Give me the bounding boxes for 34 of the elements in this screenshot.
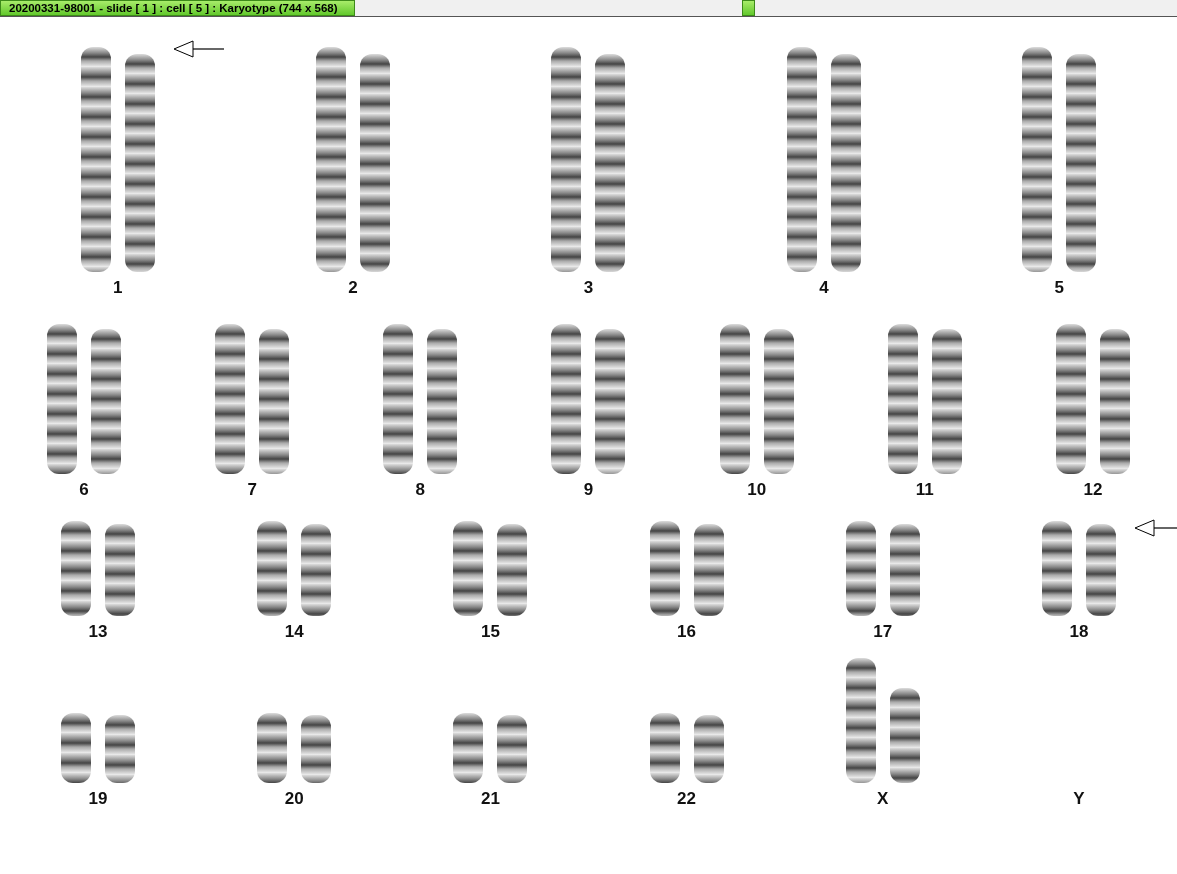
chromosome-number: 11 (915, 480, 934, 500)
window-title: 20200331-98001 - slide [ 1 ] : cell [ 5 ] : Karyotype (744 x 568) (0, 0, 355, 16)
chromosome-number: 18 (1069, 622, 1089, 642)
chromosome-image (649, 713, 680, 783)
chromosome-number: Y (1073, 789, 1085, 809)
chromosome-number: 3 (583, 278, 594, 298)
chromosome-image (453, 713, 484, 783)
chromosome-number: 6 (79, 480, 89, 500)
chromosome-number: 13 (88, 622, 108, 642)
chromosome-image (257, 713, 288, 783)
chromosome-image (497, 715, 528, 783)
chromosome-number: 4 (819, 278, 829, 298)
chromosome-number: 17 (873, 622, 893, 642)
chromosome-number: 21 (480, 789, 500, 809)
chromosome-number: 19 (88, 789, 108, 809)
chromosome-number: 9 (583, 480, 594, 500)
title-bar-grip (742, 0, 755, 16)
chromosome-number: 7 (247, 480, 257, 500)
chromosome-number: 1 (112, 278, 123, 298)
chromosome-number: X (877, 789, 889, 809)
chromosome-number: 5 (1054, 278, 1064, 298)
chromosome-image (301, 715, 332, 783)
chromosome-number: 10 (747, 480, 767, 500)
chromosome-number: 8 (415, 480, 426, 500)
chromosome-number: 14 (284, 622, 304, 642)
chromosome-number: 15 (480, 622, 500, 642)
chromosome-image (61, 713, 92, 783)
chromosome-image (105, 715, 136, 783)
chromosome-number: 2 (348, 278, 358, 298)
chromosome-number: 22 (677, 789, 697, 809)
chromosome-number: 16 (677, 622, 697, 642)
chromosome-number: 20 (284, 789, 304, 809)
chromosome-image (693, 715, 724, 783)
chromosome-number: 12 (1083, 480, 1103, 500)
